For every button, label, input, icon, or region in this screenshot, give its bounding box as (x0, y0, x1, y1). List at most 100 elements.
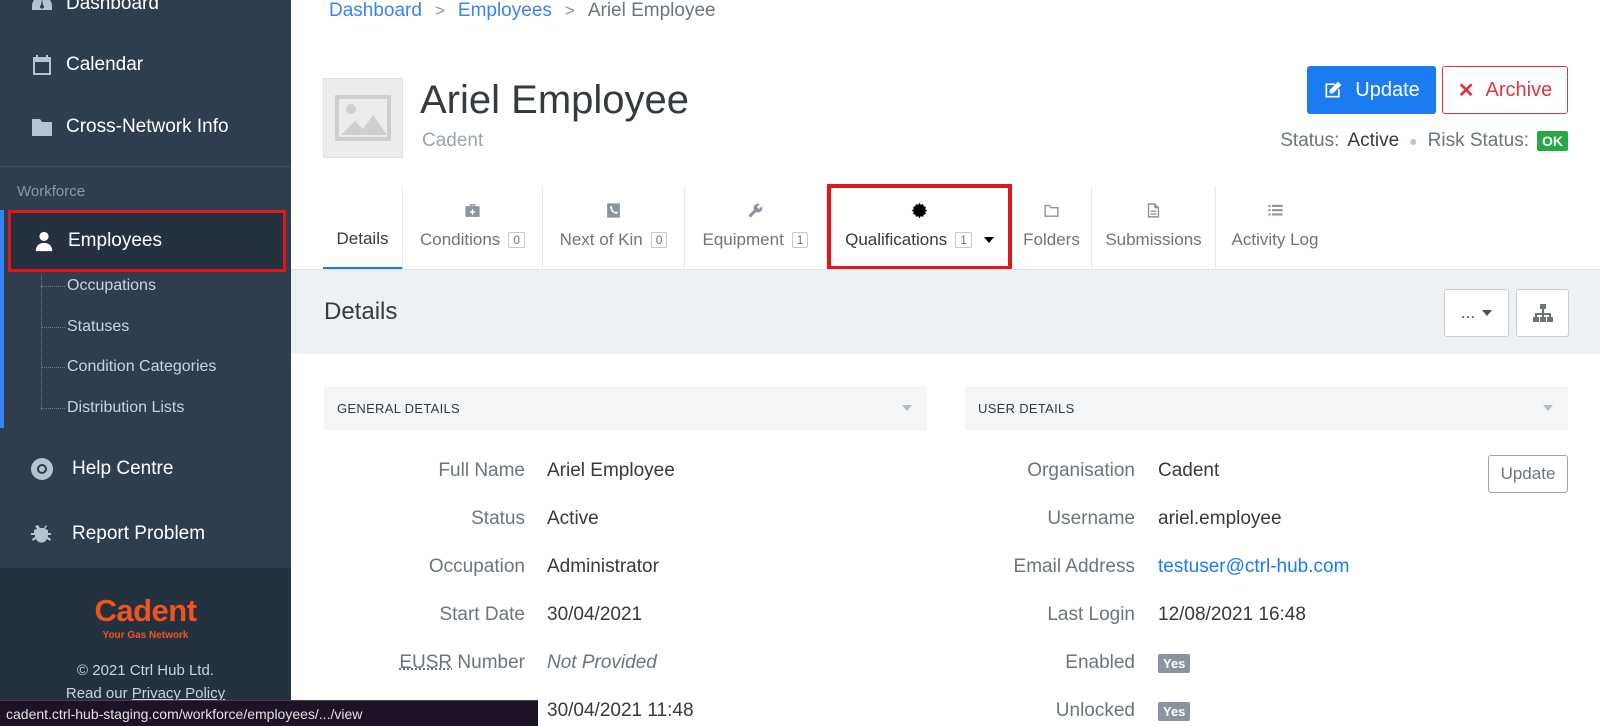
label-last-login: Last Login (1047, 604, 1135, 625)
image-placeholder-icon (335, 95, 391, 141)
phone-icon (605, 200, 622, 220)
chevron-down-icon (1543, 405, 1553, 411)
chevron-down-icon (1482, 310, 1493, 316)
tab-next-of-kin[interactable]: Next of Kin 0 (543, 186, 685, 270)
card-header-label: GENERAL DETAILS (337, 401, 460, 416)
label-organisation: Organisation (1027, 460, 1135, 481)
enabled-badge: Yes (1158, 654, 1191, 673)
breadcrumb-separator: > (434, 1, 445, 20)
close-icon: ✕ (1457, 79, 1475, 102)
value-created-date: 30/04/2021 11:48 (547, 700, 694, 721)
risk-status-label: Risk Status: (1427, 130, 1529, 151)
sidebar-item-report-problem[interactable]: Report Problem (0, 520, 291, 548)
organisation-subtitle: Cadent (422, 130, 484, 151)
breadcrumb-employees[interactable]: Employees (458, 0, 552, 22)
value-eusr-number: Not Provided (547, 652, 657, 673)
sidebar-item-help-centre[interactable]: Help Centre (0, 455, 291, 483)
section-label: Workforce (17, 183, 86, 200)
tab-count-badge: 0 (508, 232, 525, 248)
label-email: Email Address (1013, 556, 1135, 577)
general-details-header[interactable]: GENERAL DETAILS (324, 387, 927, 430)
archive-button[interactable]: ✕ Archive (1442, 66, 1568, 114)
sidebar-item-employees[interactable]: Employees (8, 210, 286, 272)
tab-activity-log[interactable]: Activity Log (1216, 186, 1334, 270)
sidebar-divider (0, 166, 291, 167)
tab-qualifications[interactable]: Qualifications 1 (827, 184, 1012, 270)
breadcrumb: Dashboard > Employees > Ariel Employee (329, 0, 716, 22)
email-link[interactable]: testuser@ctrl-hub.com (1158, 556, 1349, 578)
sidebar-item-label: Calendar (66, 54, 144, 75)
label-full-name: Full Name (438, 460, 525, 481)
sitemap-icon (1532, 304, 1553, 322)
subitem-label: Condition Categories (67, 358, 217, 375)
sidebar-subitem-statuses[interactable]: Statuses (41, 318, 129, 336)
user-update-button[interactable]: Update (1488, 455, 1568, 493)
more-actions-label: ... (1460, 303, 1476, 322)
tab-count-badge: 0 (650, 232, 668, 248)
tab-count-badge: 1 (791, 232, 809, 248)
sidebar-item-label: Employees (68, 230, 162, 251)
sidebar-subitem-distribution-lists[interactable]: Distribution Lists (41, 399, 184, 417)
label-eusr-number: EUSR Number (399, 652, 525, 674)
certificate-icon (911, 200, 928, 220)
tab-folders[interactable]: Folders (1012, 186, 1092, 270)
chevron-down-icon (902, 405, 912, 411)
label-username: Username (1047, 508, 1135, 529)
sidebar-item-label: Dashboard (66, 0, 159, 14)
chevron-down-icon[interactable] (983, 237, 994, 243)
label-occupation: Occupation (428, 556, 525, 577)
list-icon (1267, 200, 1284, 220)
sidebar: Dashboard Calendar Cross-Network Info Wo… (0, 0, 291, 726)
card-header-label: USER DETAILS (978, 401, 1075, 416)
bug-icon (29, 521, 55, 547)
breadcrumb-dashboard[interactable]: Dashboard (329, 0, 422, 22)
subitem-label: Distribution Lists (67, 399, 185, 416)
dashboard-icon (29, 0, 55, 17)
section-title: Details (324, 298, 398, 325)
details-header-band (291, 270, 1600, 354)
logo-tagline: Your Gas Network (102, 630, 189, 641)
tab-bar: Details Conditions 0 Next of Kin 0 Equipme… (323, 184, 1334, 270)
update-button[interactable]: Update (1307, 66, 1436, 114)
unlocked-badge: Yes (1158, 702, 1191, 721)
archive-button-label: Archive (1485, 78, 1553, 101)
sidebar-item-label: Help Centre (72, 458, 174, 479)
tab-label: Details (336, 229, 389, 248)
hierarchy-button[interactable] (1516, 289, 1569, 337)
browser-status-url: cadent.ctrl-hub-staging.com/workforce/em… (0, 700, 538, 726)
sidebar-item-cross-network-info[interactable]: Cross-Network Info (0, 114, 291, 140)
lifebuoy-icon (29, 456, 55, 482)
label-unlocked: Unlocked (1055, 700, 1135, 721)
sidebar-item-label: Cross-Network Info (66, 116, 229, 137)
label-start-date: Start Date (439, 604, 525, 625)
tab-count-badge: 1 (955, 232, 972, 248)
more-actions-button[interactable]: ... (1444, 289, 1509, 337)
document-icon (1145, 200, 1162, 220)
page-title: Ariel Employee (420, 78, 690, 122)
cadent-logo: Cadent (94, 593, 197, 628)
eusr-abbr: EUSR (399, 652, 453, 673)
tab-conditions[interactable]: Conditions 0 (403, 186, 543, 270)
value-occupation: Administrator (547, 556, 659, 577)
subitem-label: Occupations (67, 277, 156, 294)
folder-outline-icon (1043, 200, 1060, 220)
tab-label: Folders (1023, 230, 1080, 249)
separator-dot: ● (1409, 133, 1418, 149)
tab-equipment[interactable]: Equipment 1 (685, 186, 827, 270)
sidebar-subitem-condition-categories[interactable]: Condition Categories (41, 358, 216, 376)
edit-icon (1325, 81, 1342, 98)
tab-label: Equipment (702, 230, 784, 249)
user-details-header[interactable]: USER DETAILS (965, 387, 1568, 430)
label-enabled: Enabled (1065, 652, 1135, 673)
status-label: Status: (1280, 130, 1340, 151)
wrench-icon (747, 200, 764, 220)
tab-label: Conditions (419, 230, 501, 249)
tab-details[interactable]: Details (323, 186, 403, 270)
sidebar-subitem-occupations[interactable]: Occupations (41, 277, 156, 295)
label-status: Status (471, 508, 525, 529)
update-button-label: Update (1355, 78, 1420, 101)
risk-status-badge: OK (1537, 131, 1568, 151)
sidebar-item-calendar[interactable]: Calendar (0, 52, 291, 78)
sidebar-item-dashboard[interactable]: Dashboard (0, 0, 291, 16)
tab-submissions[interactable]: Submissions (1092, 186, 1216, 270)
